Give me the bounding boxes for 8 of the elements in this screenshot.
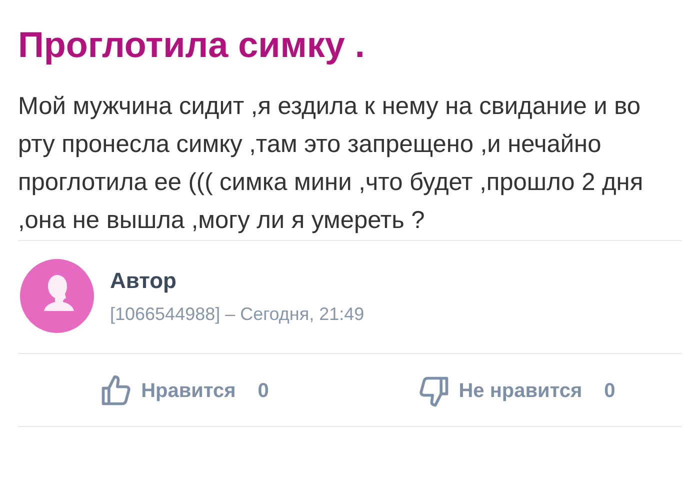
like-button[interactable]: Нравится 0 <box>18 374 350 408</box>
question-title: Проглотила симку . <box>18 23 366 67</box>
author-name: Автор <box>110 268 178 294</box>
dislike-button[interactable]: Не нравится 0 <box>350 374 682 408</box>
thumbs-down-icon <box>416 374 451 408</box>
question-text: Мой мужчина сидит ,я ездила к нему на свидание и во рту пронесла симку ,там это запрещено ,и нечайно проглотила ее ((( симка мини ,что будет ,прошло 2 дня ,она не вышла ,могу ли я умереть ? <box>18 92 644 236</box>
thumbs-up-icon <box>99 374 134 408</box>
post-meta: [1066544988] – Сегодня, 21:49 <box>110 304 364 324</box>
